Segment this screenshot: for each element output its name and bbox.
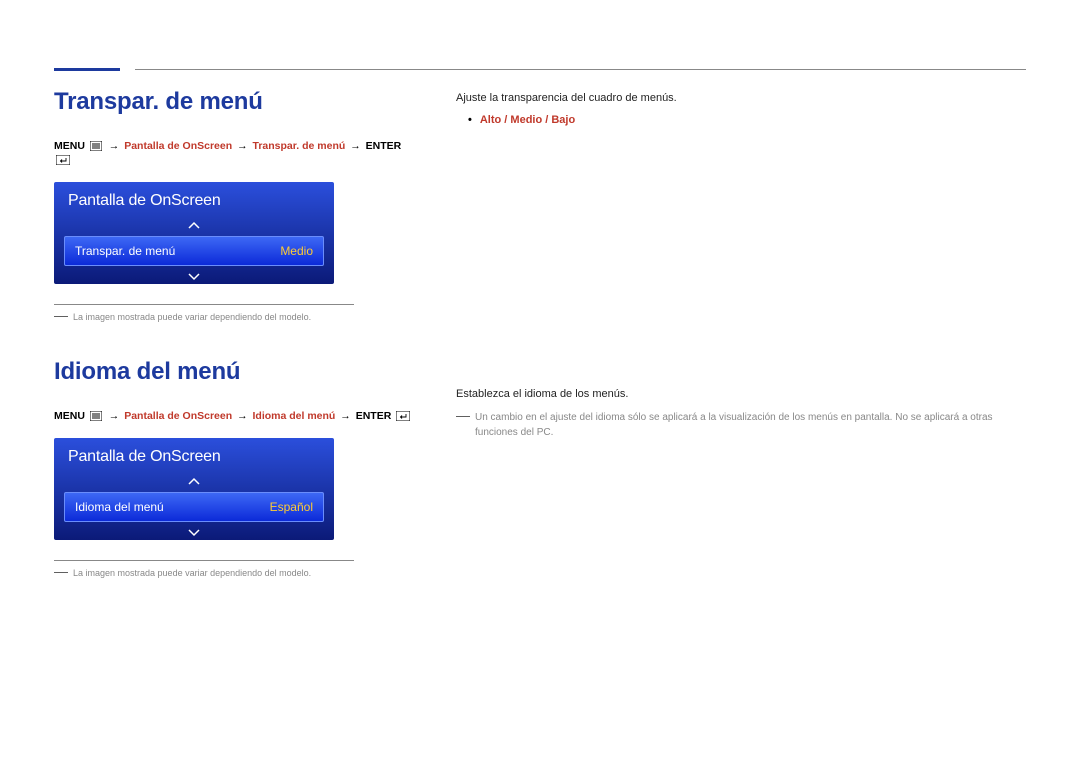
language-note: ― Un cambio en el ajuste del idioma sólo… <box>456 410 1026 440</box>
osd-arrow-down[interactable] <box>54 522 334 540</box>
enter-label: ENTER <box>366 140 402 152</box>
note-text: La imagen mostrada puede variar dependie… <box>73 568 311 578</box>
language-note-text: Un cambio en el ajuste del idioma sólo s… <box>475 410 1026 440</box>
breadcrumb-language: MENU → Pantalla de OnScreen → Idioma del… <box>54 410 422 424</box>
divider <box>54 560 354 561</box>
note-text: La imagen mostrada puede variar dependie… <box>73 312 311 322</box>
header-accent <box>54 68 120 71</box>
header-divider <box>135 69 1026 70</box>
enter-label: ENTER <box>356 410 392 422</box>
left-column: Transpar. de menú MENU → Pantalla de OnS… <box>54 88 422 614</box>
osd-selected-item[interactable]: Transpar. de menú Medio <box>64 236 324 266</box>
options-list: Alto / Medio / Bajo <box>480 114 575 126</box>
breadcrumb-item: Transpar. de menú <box>253 140 346 152</box>
enter-icon <box>56 155 70 168</box>
osd-header: Pantalla de OnScreen <box>54 182 334 218</box>
bullet-icon: • <box>468 114 472 126</box>
menu-label: MENU <box>54 410 85 422</box>
image-disclaimer: ― La imagen mostrada puede variar depend… <box>54 567 422 578</box>
dash-icon: ― <box>54 567 68 576</box>
breadcrumb-item: Idioma del menú <box>253 410 336 422</box>
arrow-icon: → <box>109 410 120 422</box>
section-title-transparency: Transpar. de menú <box>54 88 422 116</box>
section-title-language: Idioma del menú <box>54 358 422 386</box>
menu-icon <box>90 141 102 154</box>
osd-item-label: Idioma del menú <box>75 500 164 514</box>
menu-label: MENU <box>54 140 85 152</box>
osd-menu-transparency: Pantalla de OnScreen Transpar. de menú M… <box>54 182 334 284</box>
right-column: Ajuste la transparencia del cuadro de me… <box>456 88 1026 614</box>
arrow-icon: → <box>237 140 248 152</box>
options-row: • Alto / Medio / Bajo <box>468 114 1026 126</box>
dash-icon: ― <box>456 410 470 420</box>
osd-item-value: Español <box>270 500 313 514</box>
osd-selected-item[interactable]: Idioma del menú Español <box>64 492 324 522</box>
menu-icon <box>90 411 102 424</box>
dash-icon: ― <box>54 311 68 320</box>
osd-arrow-up[interactable] <box>54 474 334 492</box>
description-transparency: Ajuste la transparencia del cuadro de me… <box>456 92 1026 104</box>
osd-header: Pantalla de OnScreen <box>54 438 334 474</box>
osd-arrow-down[interactable] <box>54 266 334 284</box>
image-disclaimer: ― La imagen mostrada puede variar depend… <box>54 311 422 322</box>
osd-item-label: Transpar. de menú <box>75 244 175 258</box>
breadcrumb-item: Pantalla de OnScreen <box>124 140 232 152</box>
arrow-icon: → <box>109 140 120 152</box>
enter-icon <box>396 411 410 424</box>
description-language: Establezca el idioma de los menús. <box>456 388 1026 400</box>
arrow-icon: → <box>237 410 248 422</box>
divider <box>54 304 354 305</box>
arrow-icon: → <box>350 140 361 152</box>
osd-menu-language: Pantalla de OnScreen Idioma del menú Esp… <box>54 438 334 540</box>
breadcrumb-item: Pantalla de OnScreen <box>124 410 232 422</box>
breadcrumb-transparency: MENU → Pantalla de OnScreen → Transpar. … <box>54 140 422 168</box>
osd-item-value: Medio <box>280 244 313 258</box>
arrow-icon: → <box>340 410 351 422</box>
osd-arrow-up[interactable] <box>54 218 334 236</box>
